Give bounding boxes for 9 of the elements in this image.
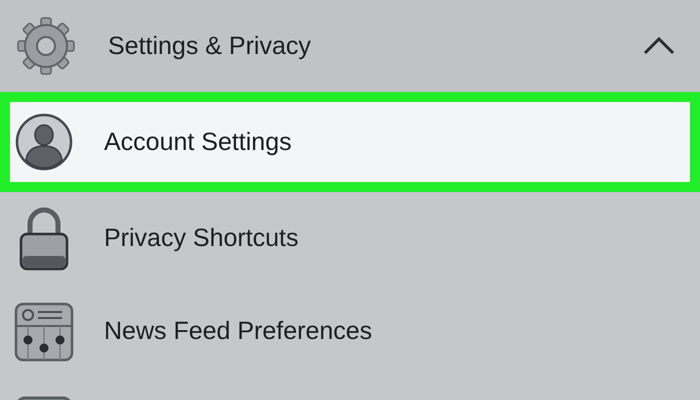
menu-item-label: News Feed Preferences <box>104 317 372 346</box>
menu-item-label: Privacy Shortcuts <box>104 224 299 253</box>
news-feed-icon <box>14 302 74 362</box>
menu-item[interactable]: News Feed Preferences <box>0 285 700 378</box>
menu-item[interactable]: Privacy Shortcuts <box>0 192 700 285</box>
person-icon <box>14 112 74 172</box>
menu-item[interactable]: Account Settings <box>0 92 700 192</box>
menu-item-label: Account Settings <box>104 128 292 156</box>
section-title: Settings & Privacy <box>108 32 312 60</box>
